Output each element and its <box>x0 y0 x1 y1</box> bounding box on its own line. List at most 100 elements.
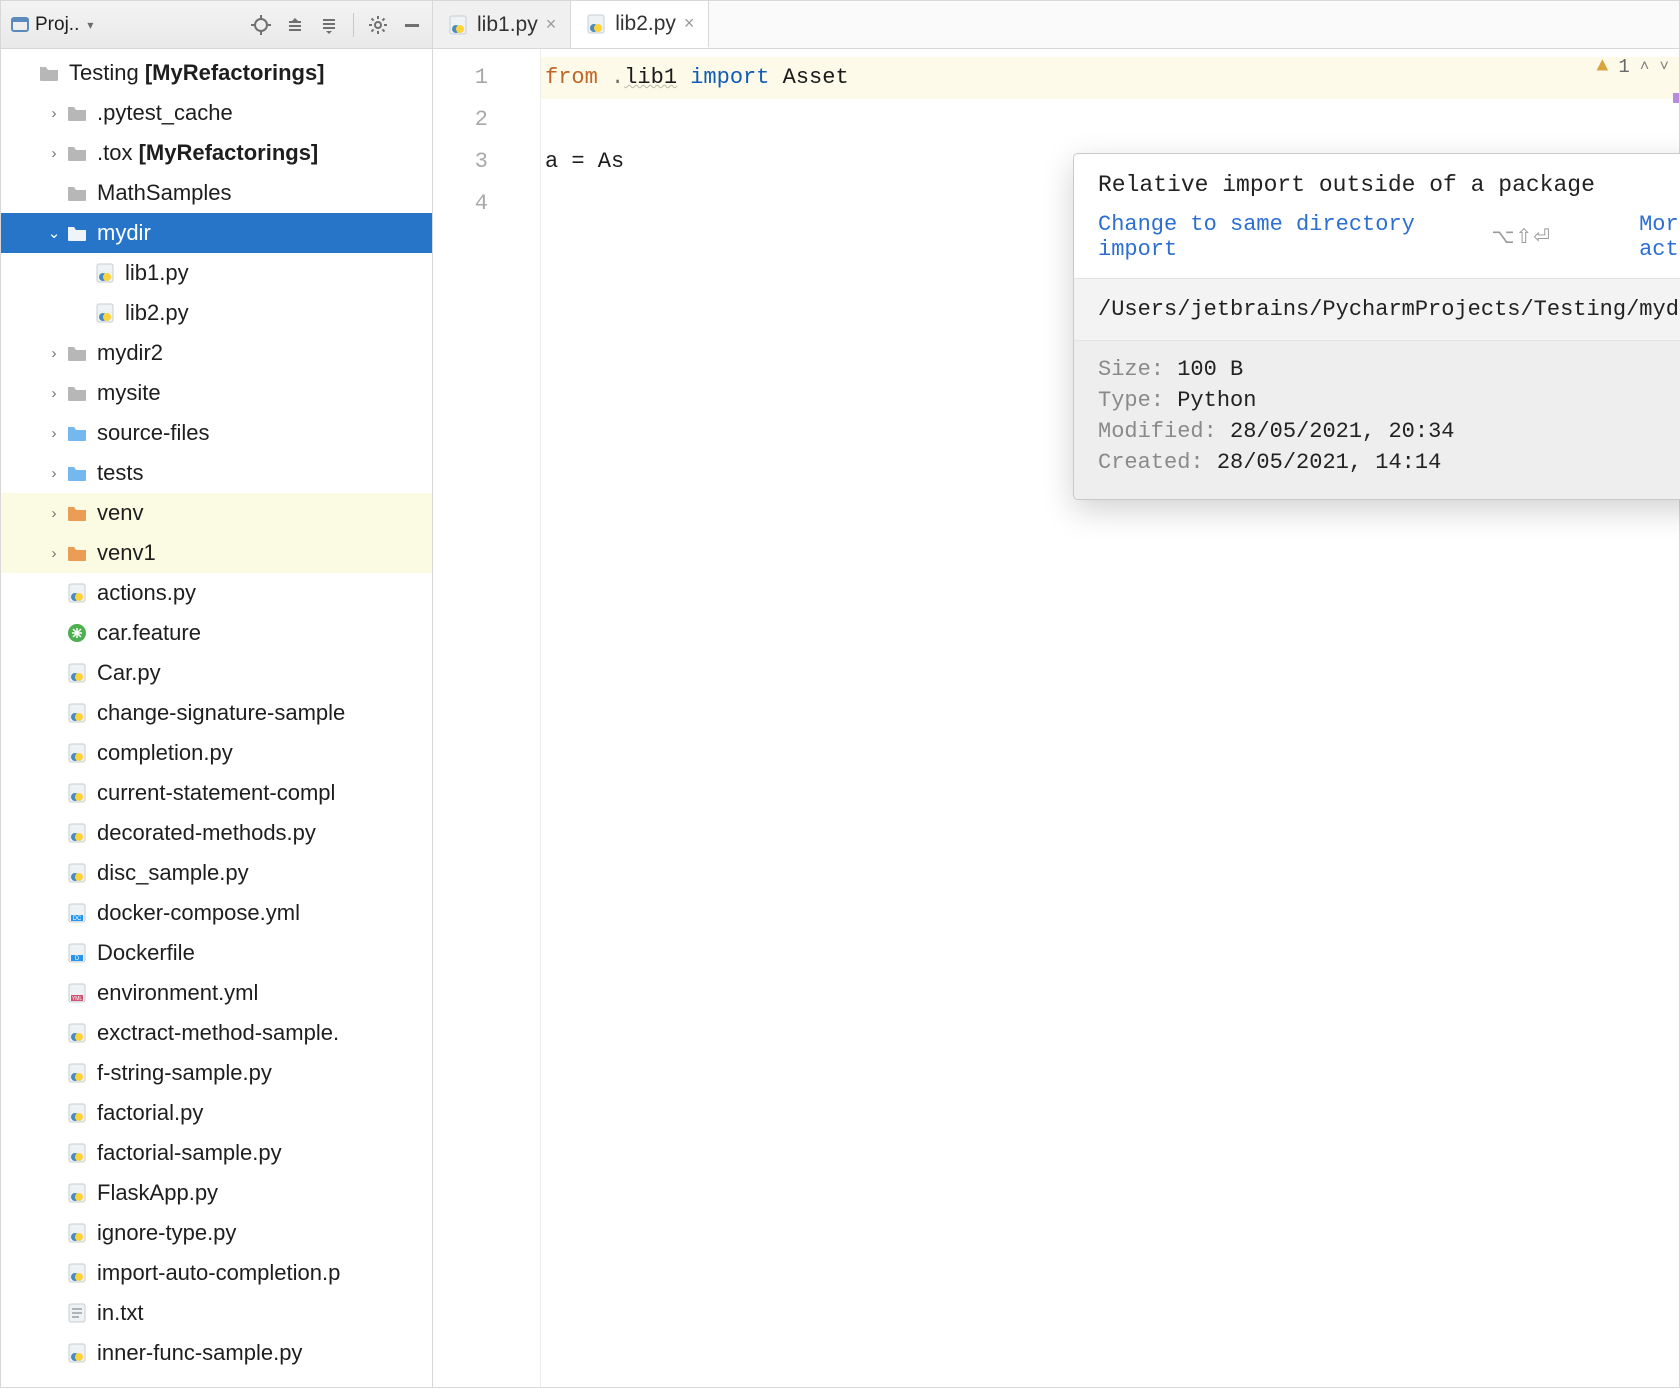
locate-button[interactable] <box>247 11 275 39</box>
dropdown-icon: ▾ <box>87 18 93 32</box>
tree-item[interactable]: ›actions.py <box>1 573 432 613</box>
py-icon <box>65 861 89 885</box>
chevron-right-icon[interactable]: › <box>43 105 65 122</box>
tree-item[interactable]: ›current-statement-compl <box>1 773 432 813</box>
tree-item-label: in.txt <box>97 1300 143 1326</box>
chevron-right-icon[interactable]: › <box>43 505 65 522</box>
tree-item[interactable]: ›f-string-sample.py <box>1 1053 432 1093</box>
intention-fix-shortcut: ⌥⇧⏎ <box>1492 224 1552 250</box>
tree-item-label: import-auto-completion.p <box>97 1260 340 1286</box>
py-icon <box>65 1341 89 1365</box>
collapse-all-button[interactable] <box>315 11 343 39</box>
folder-grey-icon <box>65 181 89 205</box>
warning-icon: ▲ <box>1596 55 1608 78</box>
tree-item[interactable]: ›factorial.py <box>1 1093 432 1133</box>
tree-item[interactable]: ›Car.py <box>1 653 432 693</box>
chevron-right-icon[interactable]: › <box>43 465 65 482</box>
tree-item[interactable]: › .tox [MyRefactorings] <box>1 133 432 173</box>
tree-item-label: factorial-sample.py <box>97 1140 282 1166</box>
tree-item[interactable]: ›MathSamples <box>1 173 432 213</box>
editor-tab[interactable]: lib2.py× <box>571 1 709 48</box>
window-icon <box>11 16 29 34</box>
tree-item[interactable]: ›exctract-method-sample. <box>1 1013 432 1053</box>
tree-item[interactable]: ›source-files <box>1 413 432 453</box>
gutter-line-number[interactable]: 4 <box>433 183 540 225</box>
py-icon <box>65 661 89 685</box>
txt-icon <box>65 1301 89 1325</box>
tree-item[interactable]: ›lib1.py <box>1 253 432 293</box>
tree-item-label: MathSamples <box>97 180 232 206</box>
inspection-badge[interactable]: ▲ 1 ˄ ˅ <box>1596 55 1669 78</box>
py-icon <box>65 1021 89 1045</box>
tree-item[interactable]: › tests <box>1 453 432 493</box>
tree-item[interactable]: ›inner-func-sample.py <box>1 1333 432 1373</box>
py-icon <box>65 821 89 845</box>
tree-item[interactable]: ›change-signature-sample <box>1 693 432 733</box>
tree-item[interactable]: ›YMLenvironment.yml <box>1 973 432 1013</box>
tree-item[interactable]: › .pytest_cache <box>1 93 432 133</box>
tree-item[interactable]: ›completion.py <box>1 733 432 773</box>
tree-item-label: lib2.py <box>125 300 189 326</box>
expand-all-button[interactable] <box>281 11 309 39</box>
intention-popup: Relative import outside of a package Cha… <box>1073 153 1680 500</box>
chevron-right-icon[interactable]: › <box>43 545 65 562</box>
tree-item-label: current-statement-compl <box>97 780 335 806</box>
hide-button[interactable] <box>398 11 426 39</box>
error-stripe-mark[interactable] <box>1673 93 1679 103</box>
more-actions-link[interactable]: More actions... <box>1639 212 1680 262</box>
close-tab-icon[interactable]: × <box>684 13 695 34</box>
project-tool-window: Proj.. ▾ ›Testing [MyRefactorings] › .pyte… <box>1 1 433 1387</box>
tree-item[interactable]: ›ignore-type.py <box>1 1213 432 1253</box>
tree-item[interactable]: ›DDockerfile <box>1 933 432 973</box>
editor-tab[interactable]: lib1.py × <box>433 1 571 48</box>
gutter-line-number[interactable]: 3 <box>433 141 540 183</box>
py-icon <box>65 1061 89 1085</box>
project-view-label: Proj.. <box>35 14 79 36</box>
chevron-down-icon[interactable]: ⌄ <box>43 224 65 242</box>
chevron-right-icon[interactable]: › <box>43 385 65 402</box>
prev-highlight-button[interactable]: ˄ <box>1640 58 1650 76</box>
tree-item[interactable]: ›factorial-sample.py <box>1 1133 432 1173</box>
chevron-right-icon[interactable]: › <box>43 345 65 362</box>
tab-label: lib1.py <box>477 13 538 37</box>
tree-item[interactable]: ›DCdocker-compose.yml <box>1 893 432 933</box>
folder-grey-icon <box>37 61 61 85</box>
settings-button[interactable] <box>364 11 392 39</box>
gutter-line-number[interactable]: 2 <box>433 99 540 141</box>
chevron-right-icon[interactable]: › <box>43 425 65 442</box>
folder-grey-icon <box>65 341 89 365</box>
project-tree[interactable]: ›Testing [MyRefactorings]›.pytest_cache›… <box>1 49 432 1387</box>
tree-item[interactable]: ›disc_sample.py <box>1 853 432 893</box>
tree-item[interactable]: ›venv1 <box>1 533 432 573</box>
code-line-2[interactable] <box>541 99 1679 141</box>
close-tab-icon[interactable]: × <box>546 14 557 35</box>
tree-item[interactable]: ›Testing [MyRefactorings] <box>1 53 432 93</box>
tree-item[interactable]: ›lib2.py <box>1 293 432 333</box>
tree-item-label: .tox [MyRefactorings] <box>97 140 318 166</box>
chevron-right-icon[interactable]: › <box>43 145 65 162</box>
folder-white-icon <box>65 221 89 245</box>
tree-item-label: FlaskApp.py <box>97 1180 218 1206</box>
folder-orange-icon <box>65 501 89 525</box>
code-editor[interactable]: 1234 from .lib1 import Asset a = As ▲ 1 … <box>433 49 1679 1387</box>
tree-item-label: tests <box>97 460 143 486</box>
tree-item[interactable]: ›in.txt <box>1 1293 432 1333</box>
tree-item[interactable]: ›FlaskApp.py <box>1 1173 432 1213</box>
py-icon <box>65 581 89 605</box>
tree-item[interactable]: ›venv <box>1 493 432 533</box>
py-icon <box>65 781 89 805</box>
next-highlight-button[interactable]: ˅ <box>1659 58 1669 76</box>
folder-grey-icon <box>65 141 89 165</box>
code-line-1[interactable]: from .lib1 import Asset <box>541 57 1679 99</box>
tree-item[interactable]: ›decorated-methods.py <box>1 813 432 853</box>
tree-item[interactable]: ›mysite <box>1 373 432 413</box>
intention-fix-link[interactable]: Change to same directory import <box>1098 212 1448 262</box>
tree-item[interactable]: ⌄mydir <box>1 213 432 253</box>
tree-item-label: .pytest_cache <box>97 100 233 126</box>
tree-item[interactable]: ›car.feature <box>1 613 432 653</box>
gutter-line-number[interactable]: 1 <box>433 57 540 99</box>
project-view-selector[interactable]: Proj.. ▾ <box>7 14 97 36</box>
tree-item-label: docker-compose.yml <box>97 900 300 926</box>
tree-item[interactable]: ›mydir2 <box>1 333 432 373</box>
tree-item[interactable]: ›import-auto-completion.p <box>1 1253 432 1293</box>
